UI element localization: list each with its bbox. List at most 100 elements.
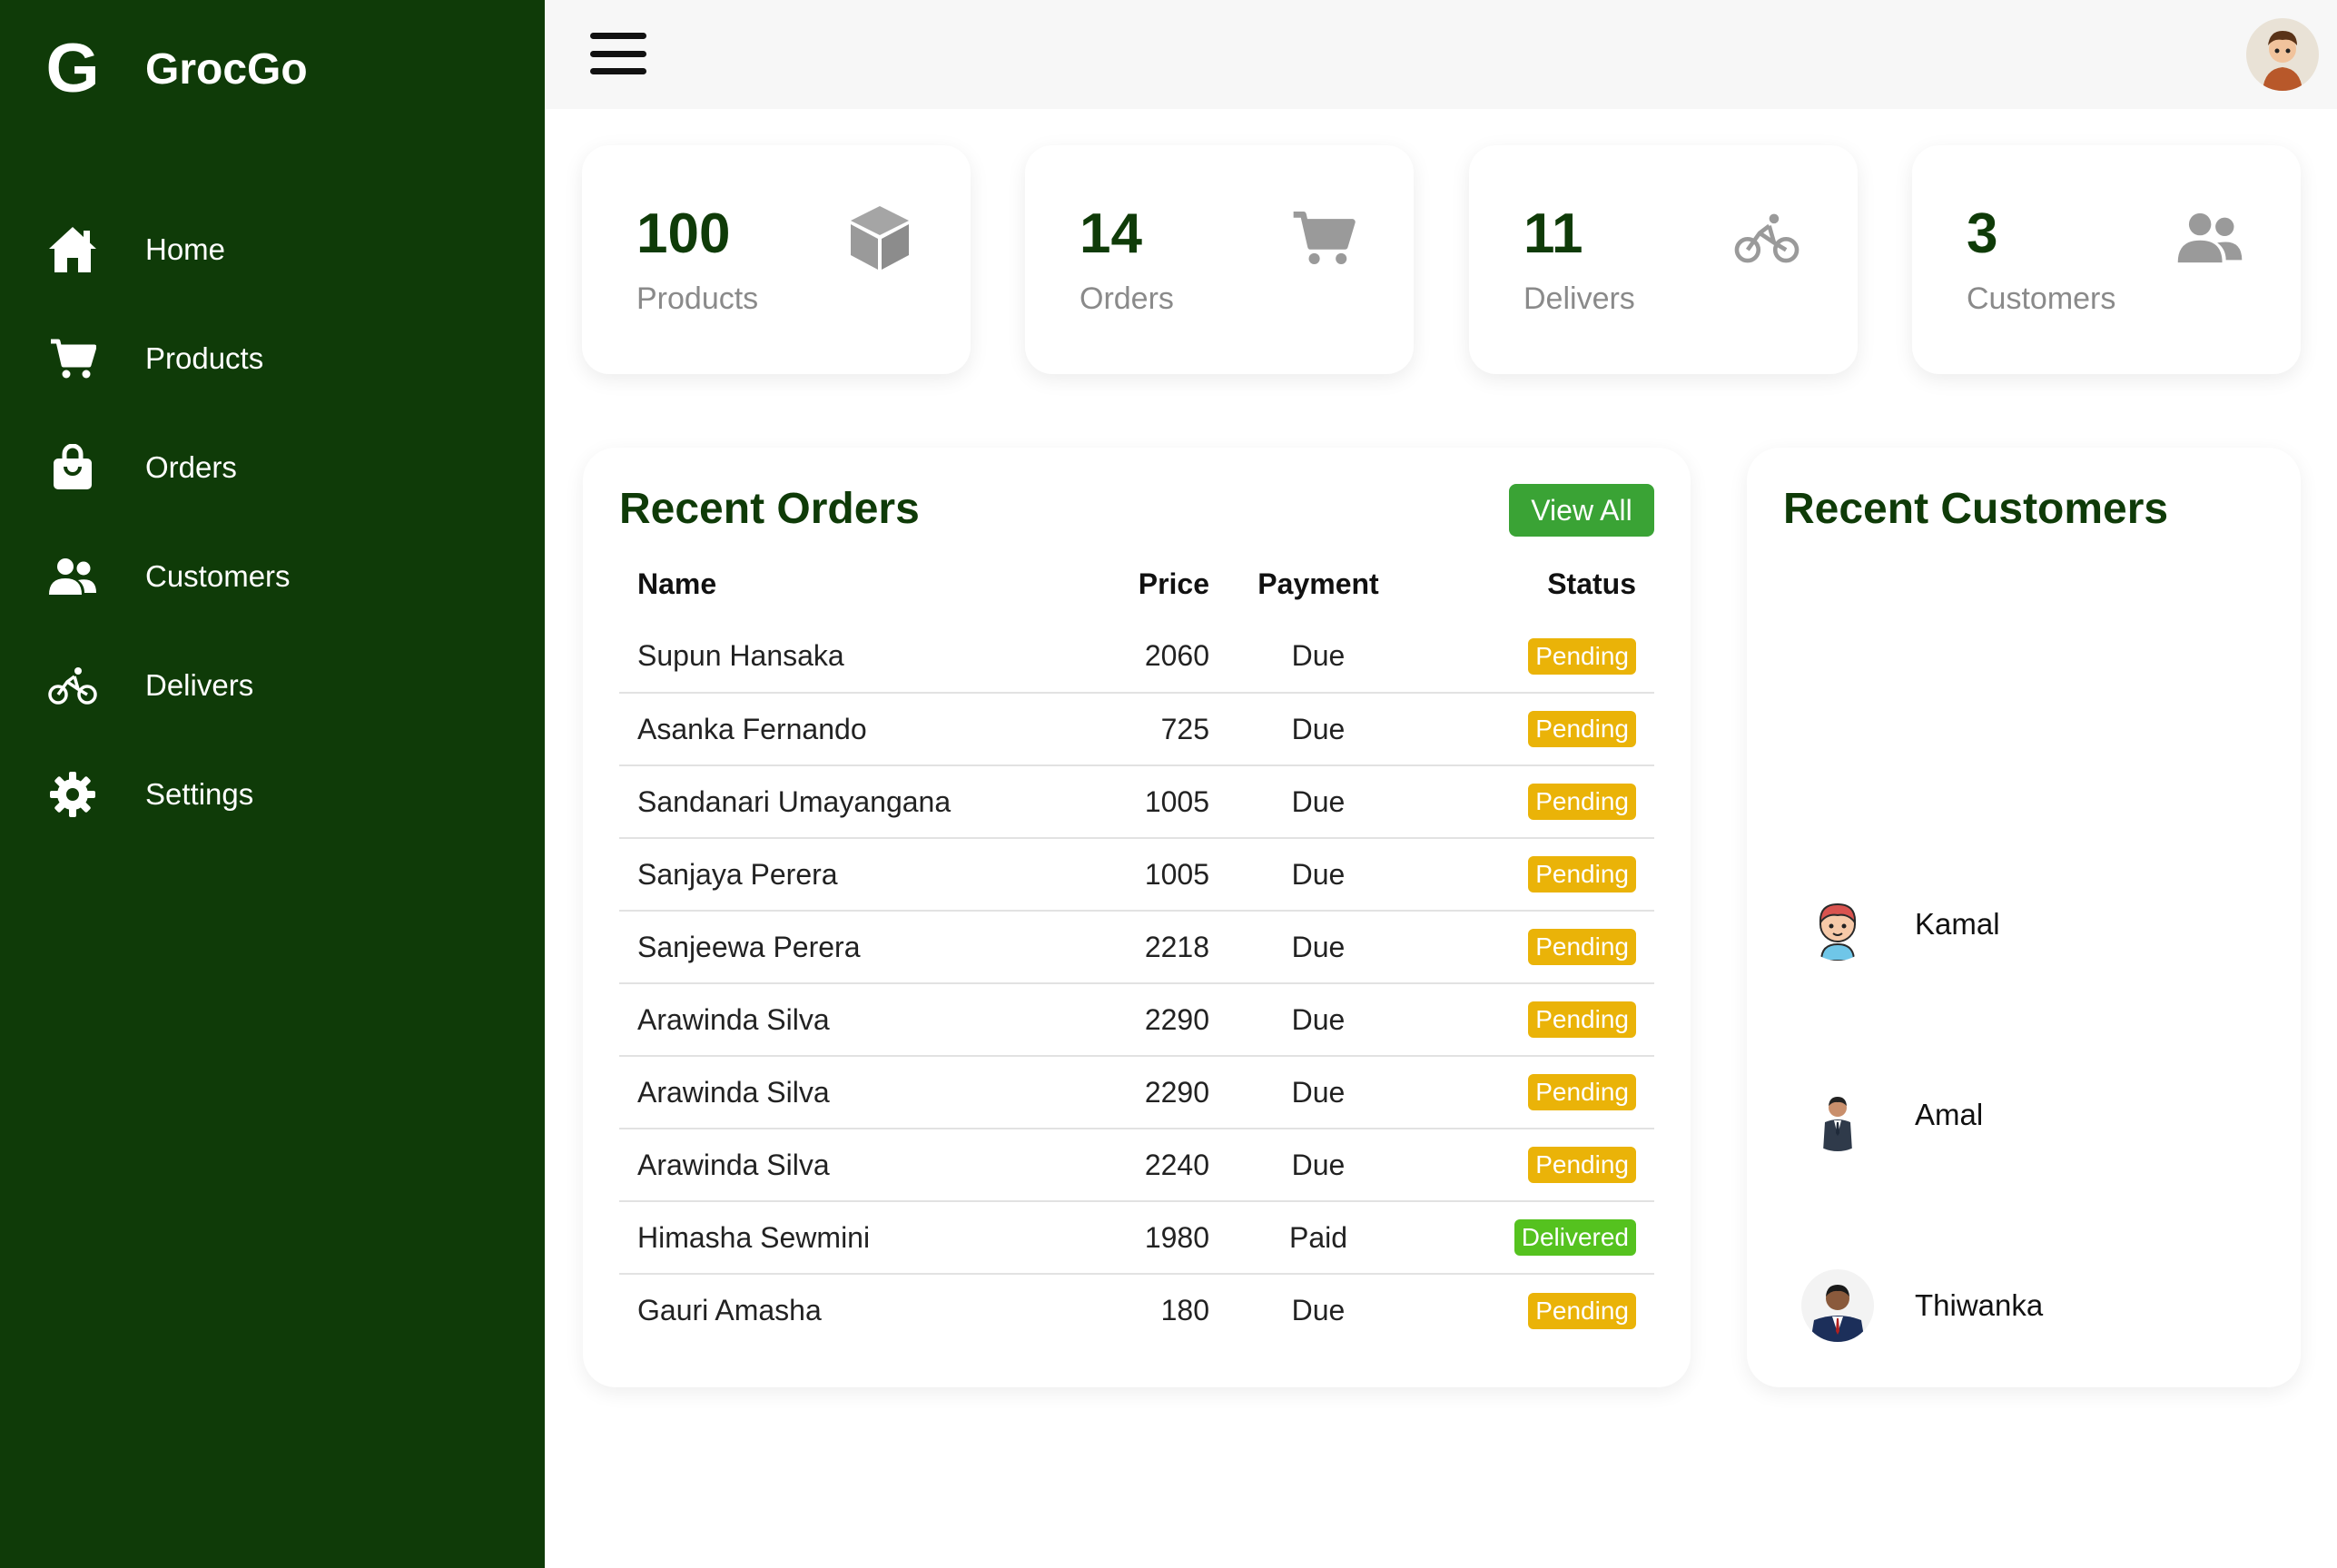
list-item[interactable]: Thiwanka xyxy=(1801,1210,2255,1401)
column-header-status[interactable]: Status xyxy=(1409,547,1654,620)
order-payment: Due xyxy=(1228,620,1409,694)
customer-list: Kamal Amal Thiwanka xyxy=(1801,829,2255,1401)
panel-title: Recent Customers xyxy=(1783,485,2169,533)
order-name: Sanjaya Perera xyxy=(619,838,1046,912)
order-name: Supun Hansaka xyxy=(619,620,1046,694)
table-row[interactable]: Sanjeewa Perera 2218 Due Pending xyxy=(619,911,1654,984)
stat-label: Orders xyxy=(1080,281,1174,316)
customer-name: Kamal xyxy=(1915,907,2000,941)
cart-icon xyxy=(1287,202,1359,274)
order-price: 180 xyxy=(1160,1294,1209,1326)
customer-avatar xyxy=(1801,1269,1874,1342)
panel-title: Recent Orders xyxy=(619,485,920,533)
sidebar-item-settings[interactable]: Settings xyxy=(0,740,545,849)
sidebar-item-delivers[interactable]: Delivers xyxy=(0,631,545,740)
status-badge: Pending xyxy=(1528,856,1636,892)
orders-table: Name Price Payment Status Supun Hansaka … xyxy=(619,547,1654,1346)
gear-icon xyxy=(45,767,100,822)
order-price: 2218 xyxy=(1046,911,1228,984)
table-row[interactable]: Sandanari Umayangana 1005 Due Pending xyxy=(619,765,1654,839)
table-row[interactable]: Arawinda Silva 2290 Due Pending xyxy=(619,983,1654,1057)
order-price: 2240 xyxy=(1046,1129,1228,1202)
orders-table-body: Supun Hansaka 2060 Due Pending Asanka Fe… xyxy=(619,620,1654,1346)
customer-avatar xyxy=(1801,1079,1874,1151)
box-icon xyxy=(843,202,916,274)
order-price: 725 xyxy=(1046,693,1228,766)
order-payment: Due xyxy=(1228,911,1409,984)
users-icon xyxy=(2174,202,2246,274)
stat-label: Products xyxy=(636,281,759,316)
sidebar: G GrocGo Home Products Orders Customers … xyxy=(0,0,545,1568)
stat-value: 11 xyxy=(1523,202,1583,265)
bicycle-icon xyxy=(1731,202,1803,274)
order-name: Gauri Amasha xyxy=(637,1294,822,1326)
order-price: 2290 xyxy=(1046,1056,1228,1129)
recent-customers-panel: Recent Customers Kamal Amal Thiwanka xyxy=(1747,448,2301,1387)
sidebar-item-label: Orders xyxy=(145,450,237,484)
topbar xyxy=(545,0,2337,109)
stat-card-delivers[interactable]: 11 Delivers xyxy=(1469,145,1858,374)
order-price: 1005 xyxy=(1046,838,1228,912)
stat-card-orders[interactable]: 14 Orders xyxy=(1025,145,1414,374)
stat-value: 14 xyxy=(1080,202,1142,265)
list-item[interactable]: Amal xyxy=(1801,1020,2255,1210)
sidebar-item-orders[interactable]: Orders xyxy=(0,413,545,522)
table-row[interactable]: Sanjaya Perera 1005 Due Pending xyxy=(619,838,1654,912)
order-payment: Due xyxy=(1228,1056,1409,1129)
stat-label: Delivers xyxy=(1523,281,1635,316)
column-header-name[interactable]: Name xyxy=(619,547,1046,620)
sidebar-item-label: Home xyxy=(145,232,226,266)
view-all-button[interactable]: View All xyxy=(1509,484,1654,537)
home-icon xyxy=(45,222,100,277)
order-name: Sandanari Umayangana xyxy=(619,765,1046,839)
table-row[interactable]: Arawinda Silva 2290 Due Pending xyxy=(619,1056,1654,1129)
recent-orders-panel: Recent Orders View All Name Price Paymen… xyxy=(583,448,1691,1387)
hamburger-icon[interactable] xyxy=(590,33,646,74)
table-row[interactable]: Himasha Sewmini 1980 Paid Delivered xyxy=(619,1201,1654,1275)
status-badge: Pending xyxy=(1528,784,1636,820)
column-header-payment[interactable]: Payment xyxy=(1228,547,1409,620)
sidebar-item-label: Products xyxy=(145,341,264,375)
table-header-row: Name Price Payment Status xyxy=(619,547,1654,620)
brand-logo-letter: G xyxy=(45,30,100,107)
status-badge: Pending xyxy=(1528,929,1636,965)
user-avatar[interactable] xyxy=(2246,18,2319,91)
brand-logo: G xyxy=(45,33,100,105)
order-payment: Due xyxy=(1228,838,1409,912)
order-name: Arawinda Silva xyxy=(619,1129,1046,1202)
order-price: 2060 xyxy=(1046,620,1228,694)
sidebar-item-label: Settings xyxy=(145,777,254,811)
status-badge: Pending xyxy=(1528,637,1636,675)
order-name: Himasha Sewmini xyxy=(619,1201,1046,1275)
sidebar-item-home[interactable]: Home xyxy=(0,195,545,304)
sidebar-item-label: Customers xyxy=(145,559,291,593)
order-name: Arawinda Silva xyxy=(619,1056,1046,1129)
order-name: Sanjeewa Perera xyxy=(619,911,1046,984)
sidebar-item-label: Delivers xyxy=(145,668,254,702)
list-item[interactable]: Kamal xyxy=(1801,829,2255,1020)
column-header-price[interactable]: Price xyxy=(1046,547,1228,620)
stat-card-products[interactable]: 100 Products xyxy=(582,145,971,374)
status-badge: Pending xyxy=(1528,1001,1636,1038)
customer-name: Thiwanka xyxy=(1915,1288,2044,1322)
status-badge: Pending xyxy=(1528,1074,1636,1110)
status-badge: Pending xyxy=(1528,1292,1636,1329)
table-row[interactable]: Gauri Amasha 180 Due Pending xyxy=(619,1274,1654,1346)
order-payment: Due xyxy=(1228,693,1409,766)
order-payment: Due xyxy=(1291,1294,1346,1326)
brand[interactable]: G GrocGo xyxy=(45,33,308,105)
order-payment: Due xyxy=(1228,765,1409,839)
brand-name: GrocGo xyxy=(145,44,308,94)
table-row[interactable]: Asanka Fernando 725 Due Pending xyxy=(619,693,1654,766)
table-row[interactable]: Supun Hansaka 2060 Due Pending xyxy=(619,620,1654,694)
order-name: Asanka Fernando xyxy=(619,693,1046,766)
stat-value: 3 xyxy=(1967,202,1998,265)
bicycle-icon xyxy=(45,658,100,713)
stat-value: 100 xyxy=(636,202,731,265)
users-icon xyxy=(45,549,100,604)
stat-card-customers[interactable]: 3 Customers xyxy=(1912,145,2301,374)
order-price: 2290 xyxy=(1046,983,1228,1057)
sidebar-item-products[interactable]: Products xyxy=(0,304,545,413)
sidebar-item-customers[interactable]: Customers xyxy=(0,522,545,631)
table-row[interactable]: Arawinda Silva 2240 Due Pending xyxy=(619,1129,1654,1202)
